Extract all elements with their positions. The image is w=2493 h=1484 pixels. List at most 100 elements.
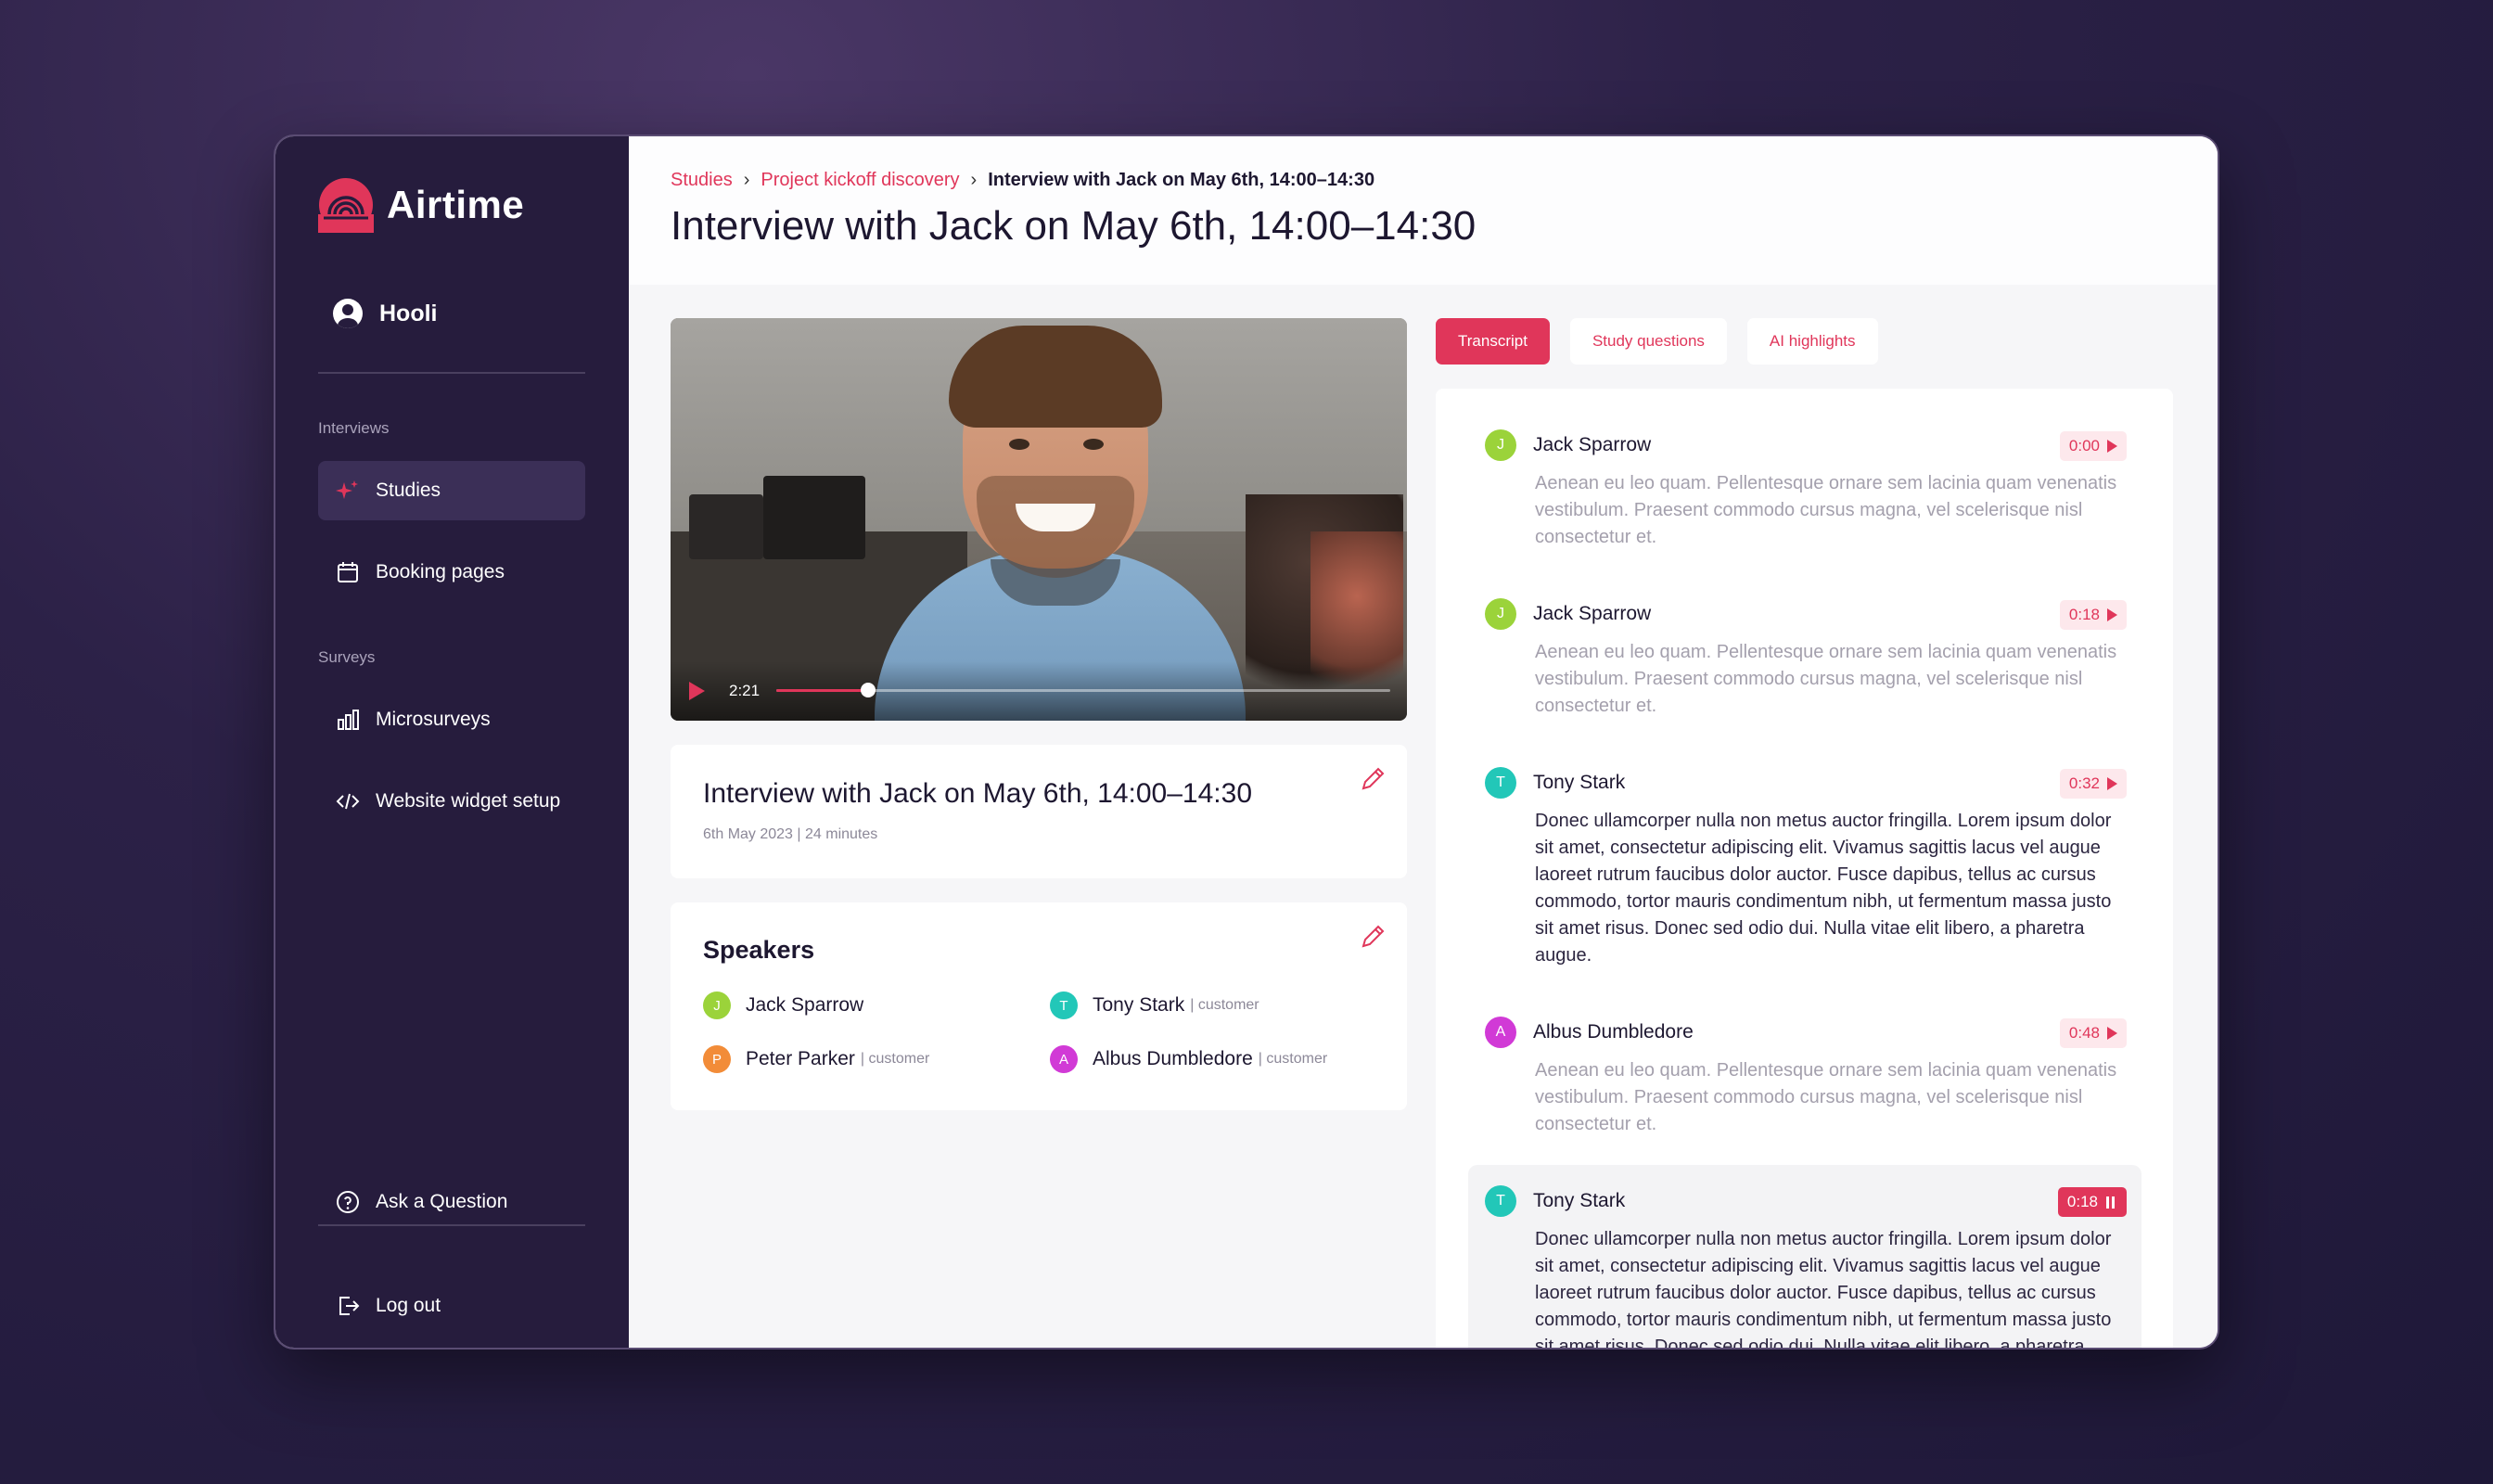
entry-speaker: A Albus Dumbledore [1485, 1017, 1694, 1048]
sidebar-item-label: Booking pages [376, 561, 505, 582]
section-label-surveys: Surveys [318, 648, 376, 666]
video-seek-bar[interactable] [776, 683, 1390, 697]
timestamp-button[interactable]: 0:32 [2059, 769, 2127, 799]
tab-transcript[interactable]: Transcript [1436, 318, 1550, 365]
avatar: T [1050, 991, 1078, 1019]
tab-study-questions[interactable]: Study questions [1569, 318, 1727, 365]
transcript-entry: J Jack Sparrow 0:18 Aenean eu leo quam. … [1468, 578, 2141, 736]
avatar: T [1485, 1185, 1516, 1217]
play-icon [2107, 1027, 2117, 1040]
transcript-entry: J Jack Sparrow 0:00 Aenean eu leo quam. … [1468, 409, 2141, 567]
timestamp-label: 0:48 [2068, 1024, 2100, 1042]
speaker-name: Tony Stark [1533, 772, 1626, 793]
transcript-text: Aenean eu leo quam. Pellentesque ornare … [1535, 1060, 2117, 1134]
avatar: A [1050, 1045, 1078, 1073]
timestamp-label: 0:00 [2068, 437, 2100, 454]
entry-speaker: T Tony Stark [1485, 767, 1625, 799]
video-player[interactable]: 2:21 [671, 318, 1407, 721]
avatar: J [703, 991, 731, 1019]
speaker-name: Jack Sparrow [1533, 434, 1652, 455]
divider [318, 1224, 585, 1226]
timestamp-button[interactable]: 0:18 [2057, 1187, 2127, 1217]
speaker-name: Peter Parker [746, 1048, 855, 1069]
speaker-role: | customer [1258, 1051, 1328, 1067]
transcript-text: Donec ullamcorper nulla non metus auctor… [1535, 811, 2112, 966]
speaker-item: A Albus Dumbledore | customer [1050, 1045, 1327, 1073]
breadcrumb-link-project[interactable]: Project kickoff discovery [761, 170, 959, 191]
entry-speaker: T Tony Stark [1485, 1185, 1625, 1217]
video-controls: 2:21 [671, 661, 1407, 721]
transcript-text: Aenean eu leo quam. Pellentesque ornare … [1535, 642, 2117, 716]
org-name: Hooli [379, 300, 438, 326]
avatar: J [1485, 429, 1516, 461]
speakers-card: Speakers J Jack Sparrow T Tony Stark | c… [671, 902, 1407, 1110]
pause-icon [2106, 1196, 2117, 1209]
section-label-interviews: Interviews [318, 419, 390, 437]
logout-icon [335, 1293, 361, 1319]
main-content: Studies › Project kickoff discovery › In… [629, 136, 2218, 1348]
video-frame [671, 318, 1407, 721]
divider [318, 372, 585, 374]
speaker-item: P Peter Parker | customer [703, 1045, 929, 1073]
speaker-name: Tony Stark [1093, 994, 1185, 1016]
avatar: P [703, 1045, 731, 1073]
app-name: Airtime [387, 183, 525, 226]
code-icon [335, 788, 361, 814]
speaker-name: Albus Dumbledore [1093, 1048, 1253, 1069]
timestamp-label: 0:32 [2068, 774, 2100, 792]
video-progress [776, 689, 869, 692]
sidebar-item-label: Website widget setup [376, 790, 561, 812]
app-window: Airtime Hooli Interviews Studies Booking… [274, 134, 2219, 1350]
video-time: 2:21 [729, 682, 761, 699]
video-seek-handle[interactable] [861, 683, 876, 697]
entry-speaker: J Jack Sparrow [1485, 429, 1651, 461]
speaker-name: Tony Stark [1533, 1190, 1626, 1211]
logout-button[interactable]: Log out [318, 1276, 585, 1336]
avatar: J [1485, 598, 1516, 630]
edit-pencil-icon[interactable] [1359, 923, 1387, 951]
timestamp-button[interactable]: 0:00 [2059, 431, 2127, 461]
speaker-item: T Tony Stark | customer [1050, 991, 1259, 1019]
breadcrumb-link-studies[interactable]: Studies [671, 170, 733, 191]
tabs: Transcript Study questions AI highlights [1436, 318, 1899, 365]
sidebar: Airtime Hooli Interviews Studies Booking… [275, 136, 629, 1348]
avatar: A [1485, 1017, 1516, 1048]
sidebar-item-website-widget-setup[interactable]: Website widget setup [318, 772, 585, 831]
chevron-right-icon: › [970, 170, 978, 190]
play-icon [2107, 608, 2117, 621]
tab-ai-highlights[interactable]: AI highlights [1746, 318, 1878, 365]
interview-date: 6th May 2023 [703, 826, 793, 842]
timestamp-button[interactable]: 0:48 [2059, 1018, 2127, 1048]
entry-speaker: J Jack Sparrow [1485, 598, 1651, 630]
logo[interactable]: Airtime [318, 177, 524, 233]
interview-duration: 24 minutes [805, 826, 878, 842]
avatar: T [1485, 767, 1516, 799]
sidebar-item-label: Microsurveys [376, 709, 491, 730]
play-icon [2107, 777, 2117, 790]
sparkle-icon [335, 478, 361, 504]
transcript-text: Aenean eu leo quam. Pellentesque ornare … [1535, 473, 2117, 547]
transcript-panel[interactable]: J Jack Sparrow 0:00 Aenean eu leo quam. … [1436, 389, 2173, 1350]
sidebar-item-booking-pages[interactable]: Booking pages [318, 543, 585, 602]
page-title: Interview with Jack on May 6th, 14:00–14… [671, 203, 1477, 249]
interview-meta: 6th May 2023 | 24 minutes [703, 826, 878, 842]
ask-question-button[interactable]: Ask a Question [318, 1172, 585, 1232]
timestamp-label: 0:18 [2068, 606, 2100, 623]
ask-question-label: Ask a Question [376, 1191, 508, 1212]
speaker-role: | customer [1190, 997, 1259, 1013]
sidebar-item-microsurveys[interactable]: Microsurveys [318, 690, 585, 749]
page-header: Studies › Project kickoff discovery › In… [629, 136, 2218, 285]
transcript-text: Donec ullamcorper nulla non metus auctor… [1535, 1229, 2112, 1350]
speaker-name: Jack Sparrow [1533, 603, 1652, 624]
sidebar-item-studies[interactable]: Studies [318, 461, 585, 520]
speaker-name: Albus Dumbledore [1533, 1021, 1694, 1043]
transcript-entry: T Tony Stark 0:32 Donec ullamcorper null… [1468, 747, 2141, 986]
timestamp-button[interactable]: 0:18 [2059, 600, 2127, 630]
sidebar-item-label: Studies [376, 480, 441, 501]
speaker-role: | customer [860, 1051, 930, 1067]
play-icon[interactable] [689, 682, 705, 700]
edit-pencil-icon[interactable] [1359, 765, 1387, 793]
logout-label: Log out [376, 1295, 441, 1316]
chevron-right-icon: › [743, 170, 750, 190]
org-switcher[interactable]: Hooli [333, 299, 438, 328]
